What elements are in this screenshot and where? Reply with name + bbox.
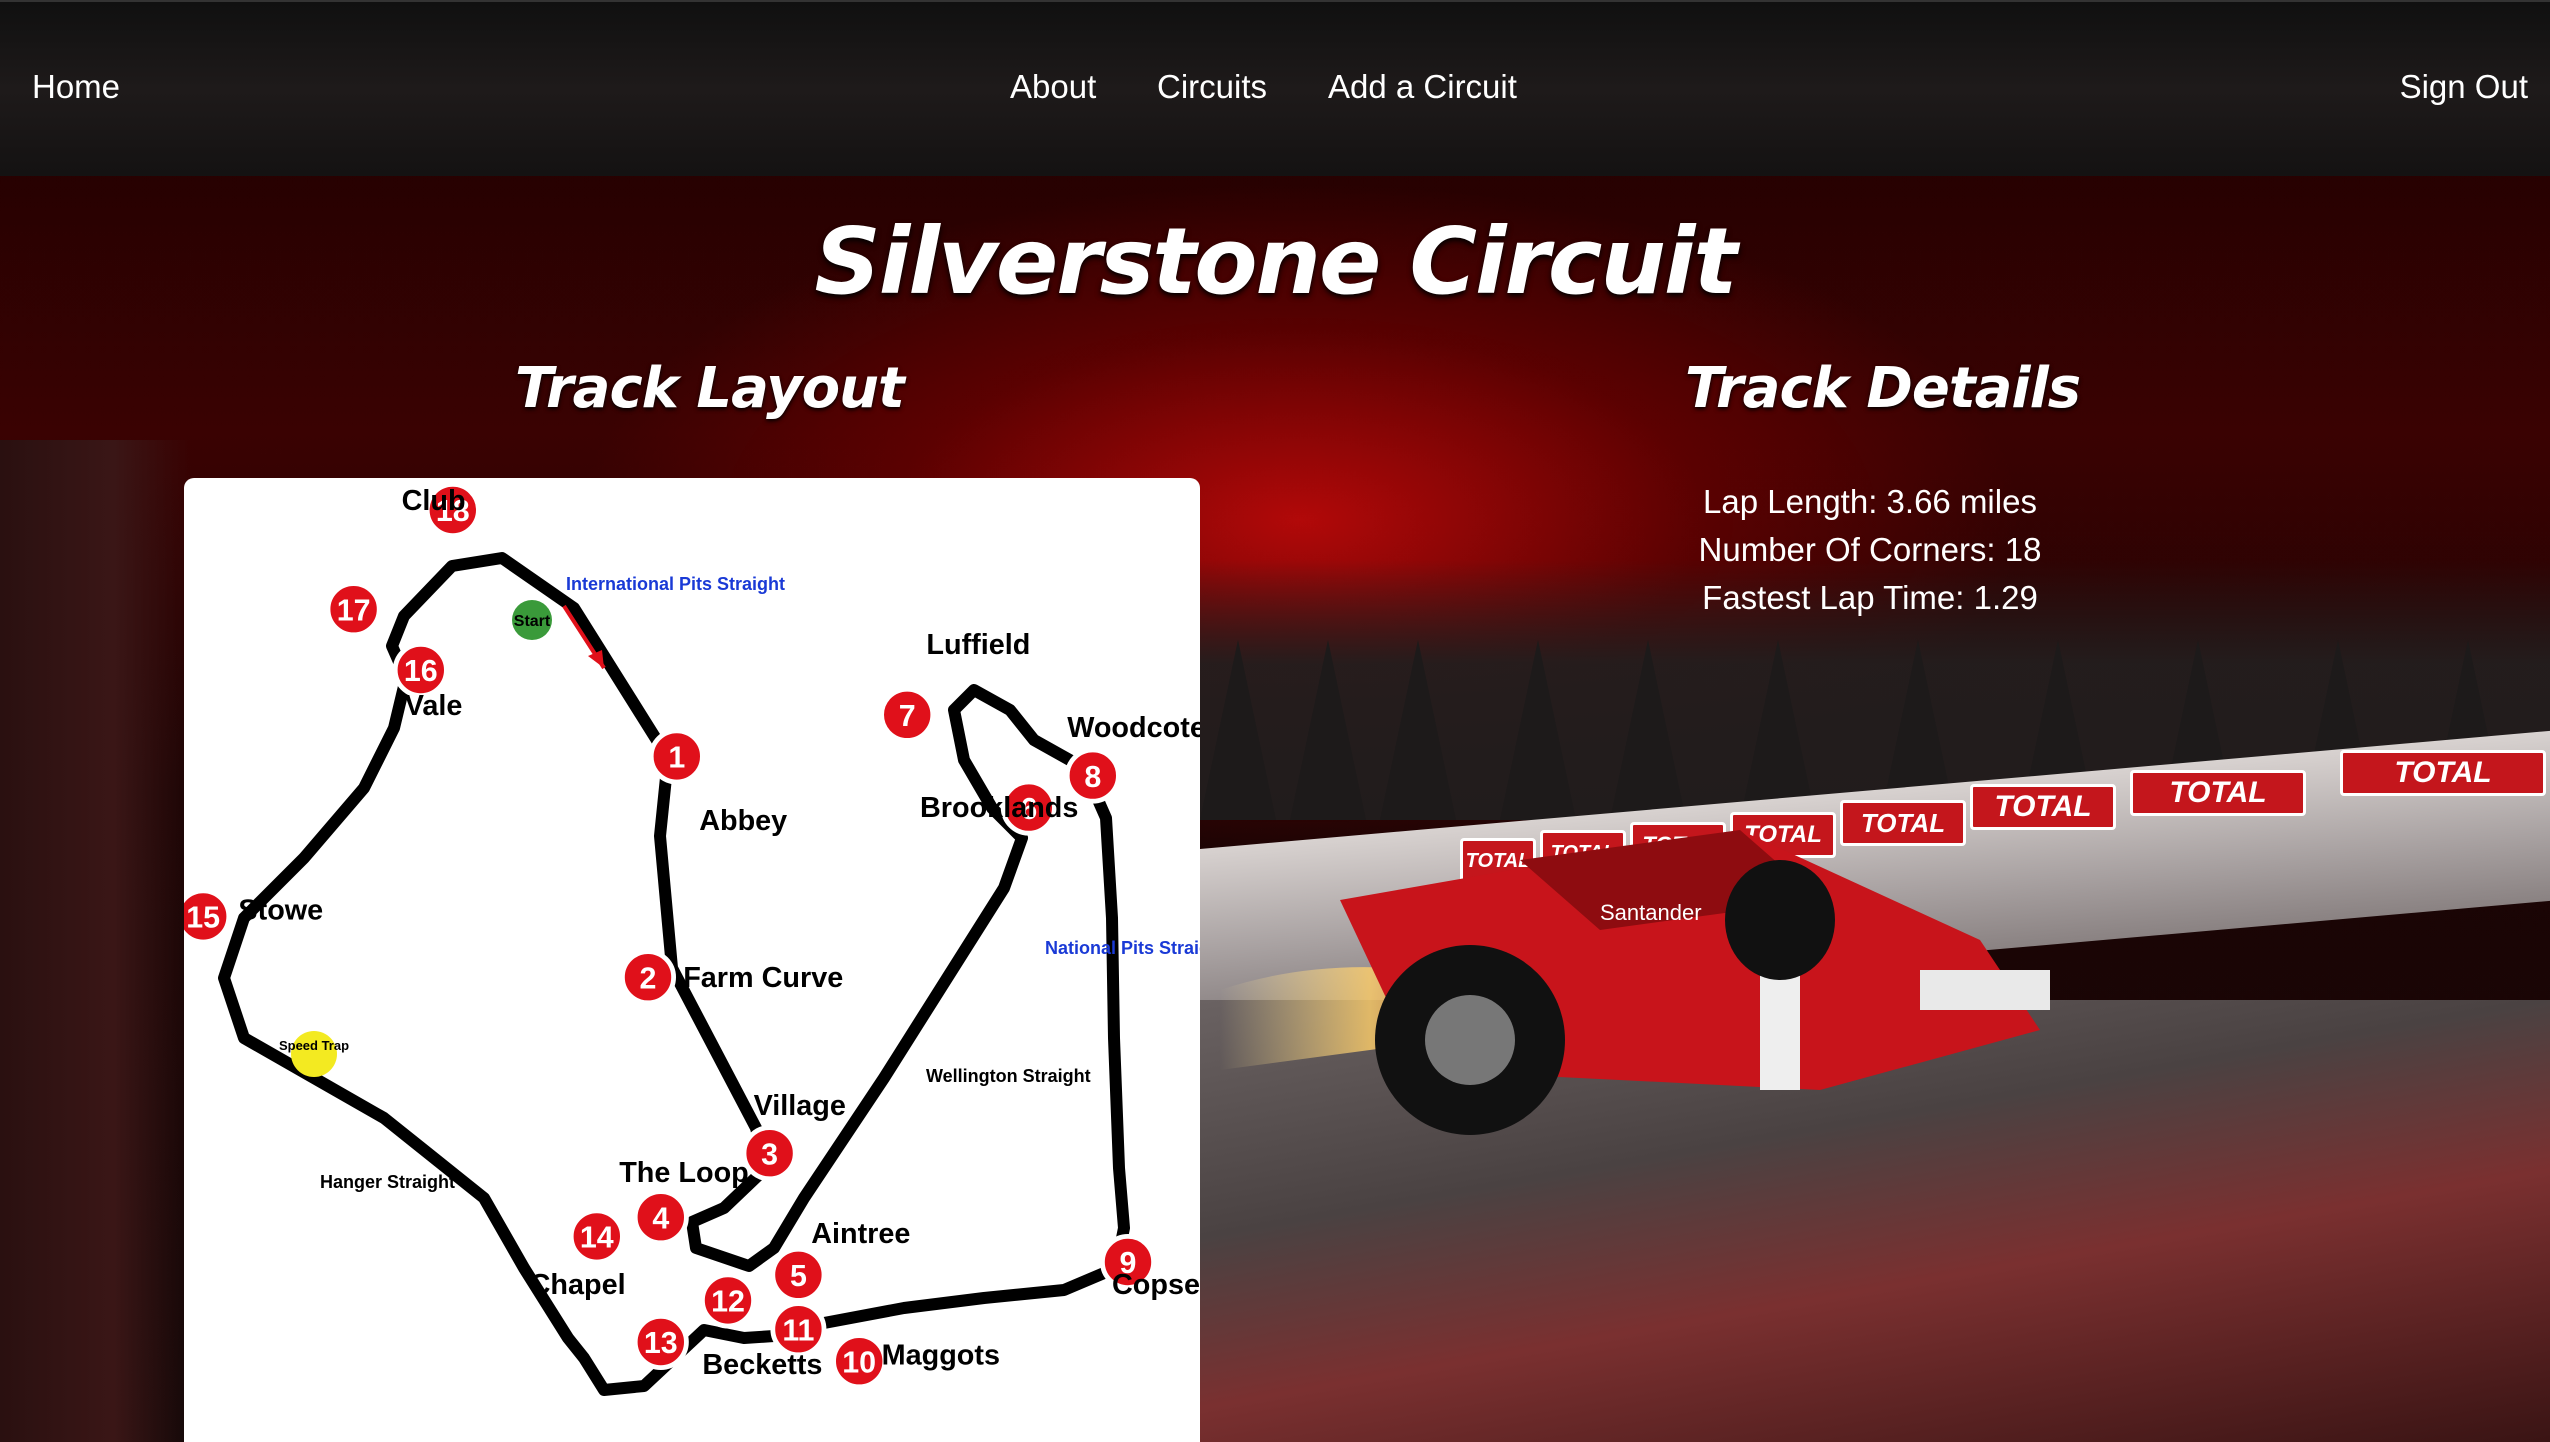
corner-name: Becketts (702, 1349, 822, 1381)
corner-marker-15: 15 Stowe (184, 888, 323, 945)
corner-marker-1: 1 Abbey (648, 728, 787, 837)
corner-name: Farm Curve (683, 962, 843, 994)
corner-name: Chapel (530, 1269, 626, 1301)
corner-marker-9: 9Copse (1100, 1234, 1200, 1301)
corner-marker-17: 17 (325, 581, 382, 638)
nav-about-link[interactable]: About (1010, 68, 1096, 106)
race-car-image: Santander (1220, 830, 2050, 1135)
corner-count-text: Number Of Corners: 18 (1698, 531, 2042, 568)
corner-number: 5 (790, 1259, 807, 1293)
corner-number: 16 (404, 654, 438, 688)
corner-name: Abbey (699, 805, 787, 837)
corner-number: 15 (186, 901, 220, 935)
corner-marker-16: 16Vale (392, 642, 463, 722)
nav-home-link[interactable]: Home (32, 68, 120, 106)
corner-marker-12: 12 (700, 1272, 757, 1329)
track-details-panel: Lap Length: 3.66 miles Number Of Corners… (1580, 478, 2160, 622)
corner-number: 3 (761, 1137, 778, 1171)
track-details-heading: Track Details (1685, 356, 2081, 421)
corner-name: Copse (1112, 1269, 1200, 1301)
corner-marker-8: 8 Woodcote (1064, 712, 1200, 804)
hanger-label: Hanger Straight (320, 1172, 455, 1192)
corner-number: 11 (782, 1313, 814, 1347)
corner-number: 8 (1084, 760, 1101, 794)
corner-number: 1 (668, 741, 685, 775)
corner-name: Vale (405, 690, 463, 722)
corner-number: 14 (580, 1221, 614, 1255)
corner-name: Club (402, 485, 466, 517)
corner-marker-6: 6Brooklands (920, 779, 1078, 836)
corner-number: 7 (899, 699, 916, 733)
background-tire-wall (0, 440, 190, 1442)
start-label: Start (514, 613, 551, 630)
sponsor-sign: TOTAL (2340, 750, 2546, 796)
corner-name: Maggots (882, 1339, 1000, 1371)
corner-number: 2 (640, 961, 657, 995)
corner-marker-5: 5Aintree (770, 1218, 910, 1303)
car-sponsor-text: Santander (1600, 900, 1702, 925)
nav-circuits-link[interactable]: Circuits (1157, 68, 1267, 106)
corner-marker-11: 11 (770, 1301, 827, 1358)
corner-name: Luffield (926, 629, 1030, 661)
lap-length-text: Lap Length: 3.66 miles (1703, 483, 2037, 520)
corner-marker-18: 18Club (402, 482, 481, 539)
corner-marker-2: 2 Farm Curve (620, 949, 843, 1006)
fastest-lap-text: Fastest Lap Time: 1.29 (1702, 579, 2038, 616)
corner-marker-10: 10 Maggots (831, 1333, 1000, 1390)
top-navbar: Home About Circuits Add a Circuit Sign O… (0, 0, 2550, 176)
wellington-label: Wellington Straight (926, 1066, 1091, 1086)
corner-number: 12 (711, 1285, 745, 1319)
corner-number: 13 (644, 1326, 678, 1360)
nav-add-circuit-link[interactable]: Add a Circuit (1328, 68, 1517, 106)
corner-name: Brooklands (920, 792, 1078, 824)
corner-number: 10 (842, 1345, 876, 1379)
corner-name: Village (754, 1090, 846, 1122)
national-pits-label: National Pits Straight (1045, 938, 1200, 958)
corner-name: Stowe (238, 895, 323, 927)
track-layout-map: Start Speed Trap International Pits Stra… (184, 478, 1200, 1442)
corner-name: The Loop (619, 1157, 749, 1189)
sponsor-sign: TOTAL (2130, 770, 2306, 816)
corner-number: 4 (652, 1201, 669, 1235)
corner-name: Woodcote (1067, 712, 1200, 744)
corner-marker-14: 14 Chapel (530, 1208, 626, 1301)
corner-name: Aintree (811, 1218, 910, 1250)
track-layout-heading: Track Layout (515, 356, 905, 421)
nav-sign-out-link[interactable]: Sign Out (2400, 68, 2528, 106)
speed-trap-label: Speed Trap (279, 1038, 349, 1053)
intl-pits-label: International Pits Straight (566, 574, 785, 594)
page-title: Silverstone Circuit (814, 208, 1738, 315)
corner-number: 17 (337, 593, 371, 627)
